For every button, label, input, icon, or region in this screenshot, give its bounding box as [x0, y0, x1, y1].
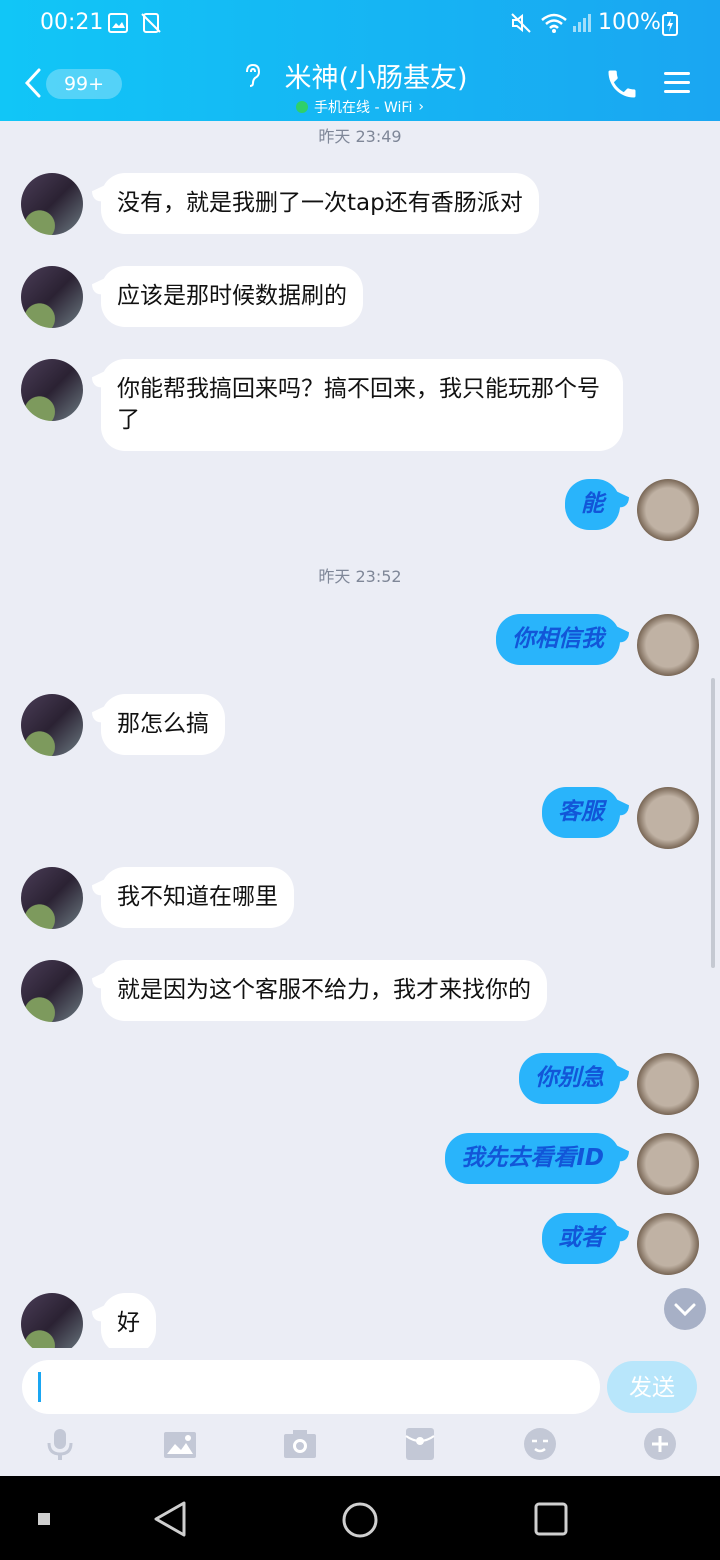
avatar[interactable]	[637, 1053, 699, 1115]
overview-square-icon[interactable]	[533, 1501, 569, 1537]
online-status[interactable]: 手机在线 - WiFi ›	[200, 97, 520, 117]
scroll-to-bottom-button[interactable]	[664, 1288, 706, 1330]
ear-icon	[246, 63, 261, 87]
home-circle-icon[interactable]	[341, 1501, 379, 1539]
chat-header: 00:21 100% 99+ 米神(小肠基友) 手机在线 - WiFi ›	[0, 0, 720, 121]
avatar[interactable]	[637, 787, 699, 849]
chevron-right-icon: ›	[418, 99, 424, 115]
message-text: 好	[117, 1310, 140, 1336]
avatar[interactable]	[637, 614, 699, 676]
wifi-icon	[541, 13, 567, 33]
avatar[interactable]	[21, 173, 83, 235]
phone-icon[interactable]	[604, 66, 640, 102]
message-bubble[interactable]: 我先去看看ID	[445, 1133, 620, 1184]
scrollbar[interactable]	[711, 678, 715, 968]
status-time: 00:21	[40, 10, 104, 35]
menu-icon[interactable]	[663, 70, 691, 96]
message-text: 我不知道在哪里	[117, 884, 278, 910]
text-caret	[38, 1372, 41, 1402]
back-triangle-icon[interactable]	[152, 1500, 188, 1538]
message-text: 你别急	[535, 1065, 604, 1091]
red-packet-icon[interactable]	[402, 1426, 438, 1462]
unread-badge: 99+	[46, 69, 122, 99]
mute-icon	[511, 13, 531, 33]
message-bubble[interactable]: 你别急	[519, 1053, 620, 1104]
message-text: 我先去看看ID	[461, 1145, 604, 1171]
nav-bar: 99+ 米神(小肠基友) 手机在线 - WiFi ›	[0, 48, 720, 121]
message-text: 你能帮我搞回来吗？搞不回来，我只能玩那个号了	[117, 376, 600, 433]
status-bar: 00:21 100%	[0, 0, 720, 48]
message-bubble[interactable]: 或者	[542, 1213, 620, 1264]
avatar[interactable]	[21, 1293, 83, 1348]
emoji-icon[interactable]	[522, 1426, 558, 1462]
message-input[interactable]	[22, 1360, 600, 1414]
avatar[interactable]	[637, 1133, 699, 1195]
sync-off-icon	[141, 13, 161, 33]
avatar[interactable]	[21, 359, 83, 421]
avatar[interactable]	[21, 960, 83, 1022]
message-text: 或者	[558, 1225, 604, 1251]
message-bubble[interactable]: 那怎么搞	[101, 694, 225, 755]
message-bubble[interactable]: 客服	[542, 787, 620, 838]
send-button[interactable]: 发送	[607, 1361, 697, 1413]
timestamp: 昨天 23:52	[318, 567, 402, 586]
plus-icon[interactable]	[642, 1426, 678, 1462]
picture-icon[interactable]	[162, 1426, 198, 1462]
message-text: 能	[581, 491, 604, 517]
contact-title-area[interactable]: 米神(小肠基友) 手机在线 - WiFi ›	[200, 56, 520, 117]
battery-charging-icon	[662, 12, 678, 36]
signal-icon	[573, 14, 591, 32]
message-bubble[interactable]: 好	[101, 1293, 156, 1348]
battery-percent: 100%	[598, 10, 661, 35]
back-button[interactable]: 99+	[18, 64, 122, 104]
message-text: 应该是那时候数据刷的	[117, 283, 347, 309]
chevron-down-icon	[674, 1303, 696, 1317]
avatar[interactable]	[637, 1213, 699, 1275]
avatar[interactable]	[21, 694, 83, 756]
recent-square-small-icon[interactable]	[38, 1513, 50, 1525]
message-bubble[interactable]: 你能帮我搞回来吗？搞不回来，我只能玩那个号了	[101, 359, 623, 451]
chevron-left-icon	[24, 68, 41, 98]
message-bubble[interactable]: 能	[565, 479, 620, 530]
message-bubble[interactable]: 应该是那时候数据刷的	[101, 266, 363, 327]
message-bubble[interactable]: 你相信我	[496, 614, 620, 665]
avatar[interactable]	[21, 867, 83, 929]
composer-toolbar	[0, 1426, 720, 1470]
message-text: 你相信我	[512, 626, 604, 652]
avatar[interactable]	[637, 479, 699, 541]
message-text: 那怎么搞	[117, 711, 209, 737]
message-bubble[interactable]: 没有，就是我删了一次tap还有香肠派对	[101, 173, 539, 234]
message-text: 没有，就是我删了一次tap还有香肠派对	[117, 190, 523, 216]
online-dot	[296, 101, 309, 113]
timestamp: 昨天 23:49	[318, 127, 402, 146]
message-bubble[interactable]: 就是因为这个客服不给力，我才来找你的	[101, 960, 547, 1021]
message-list[interactable]: 昨天 23:49 没有，就是我删了一次tap还有香肠派对 应该是那时候数据刷的 …	[0, 121, 720, 1348]
message-text: 客服	[558, 799, 604, 825]
image-icon	[108, 13, 128, 33]
online-status-text: 手机在线 - WiFi	[314, 100, 413, 116]
avatar[interactable]	[21, 266, 83, 328]
system-navigation-bar	[0, 1476, 720, 1560]
camera-icon[interactable]	[282, 1426, 318, 1462]
message-bubble[interactable]: 我不知道在哪里	[101, 867, 294, 928]
message-text: 就是因为这个客服不给力，我才来找你的	[117, 977, 531, 1003]
composer: 发送	[0, 1348, 720, 1476]
microphone-icon[interactable]	[42, 1426, 78, 1462]
